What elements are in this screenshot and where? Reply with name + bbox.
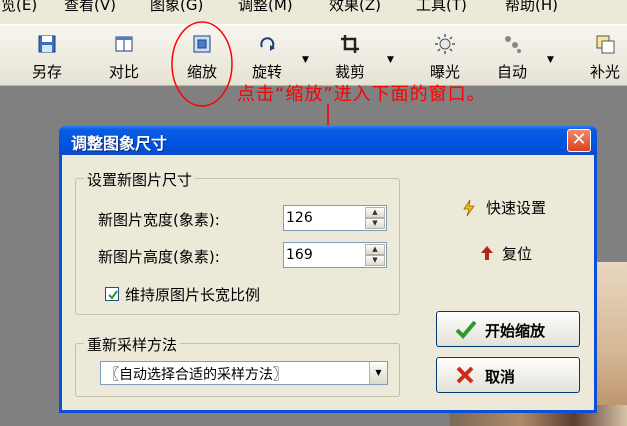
width-stepper[interactable]: ▲ ▼	[283, 205, 387, 231]
resample-group-label: 重新采样方法	[84, 334, 181, 355]
dropdown-arrow-icon[interactable]: ▼	[369, 362, 387, 384]
width-decrement-button[interactable]: ▼	[365, 218, 385, 229]
height-increment-button[interactable]: ▲	[365, 244, 385, 255]
cross-icon	[456, 366, 474, 384]
checkmark-icon	[455, 320, 477, 339]
dialog-titlebar[interactable]: 调整图象尺寸 ✕	[59, 125, 597, 155]
width-increment-button[interactable]: ▲	[365, 207, 385, 218]
size-group-label: 设置新图片尺寸	[84, 169, 196, 190]
lightning-icon	[463, 199, 475, 217]
width-input[interactable]	[286, 208, 362, 228]
resize-highlight-circle	[171, 21, 233, 107]
reset-label: 复位	[502, 245, 533, 263]
height-input[interactable]	[286, 245, 362, 265]
resample-method-value: 〖自动选择合适的采样方法〗	[105, 367, 287, 383]
annotation-text: 点击“缩放”进入下面的窗口。	[237, 84, 486, 105]
height-label: 新图片高度(象素):	[98, 248, 220, 266]
width-label: 新图片宽度(象素):	[98, 211, 220, 229]
resample-groupbox: 重新采样方法 〖自动选择合适的采样方法〗 ▼	[75, 334, 400, 397]
keep-ratio-label: 维持原图片长宽比例	[125, 286, 261, 304]
start-resize-label: 开始缩放	[485, 322, 546, 340]
resample-method-select[interactable]: 〖自动选择合适的采样方法〗 ▼	[100, 361, 388, 385]
start-resize-button[interactable]: 开始缩放	[436, 311, 580, 347]
height-stepper[interactable]: ▲ ▼	[283, 242, 387, 268]
close-icon: ✕	[571, 129, 587, 150]
checkmark-icon	[108, 290, 118, 300]
dialog-title: 调整图象尺寸	[71, 134, 168, 153]
keep-ratio-checkbox[interactable]	[105, 287, 119, 301]
close-button[interactable]: ✕	[567, 129, 591, 152]
quick-settings-label: 快速设置	[486, 199, 547, 217]
size-groupbox: 设置新图片尺寸 新图片宽度(象素): ▲ ▼ 新图片高度(象素): ▲ ▼ 维持…	[75, 169, 400, 315]
cancel-label: 取消	[485, 368, 516, 386]
cancel-button[interactable]: 取消	[436, 357, 580, 393]
height-decrement-button[interactable]: ▼	[365, 255, 385, 266]
up-arrow-icon	[481, 246, 493, 260]
resize-dialog: 调整图象尺寸 ✕ 设置新图片尺寸 新图片宽度(象素): ▲ ▼ 新图片高度(象素…	[59, 125, 597, 413]
